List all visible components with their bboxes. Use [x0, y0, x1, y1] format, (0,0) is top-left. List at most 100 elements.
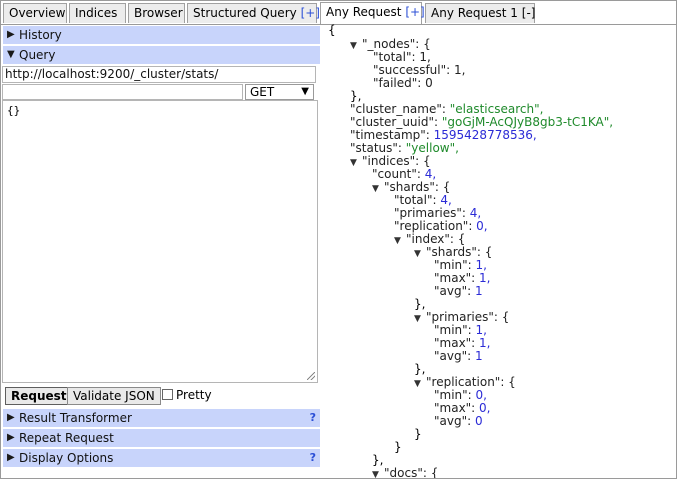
query-section[interactable]: ▼ Query	[3, 46, 320, 64]
json-line: {	[328, 24, 336, 37]
json-number: 1,	[475, 323, 487, 337]
json-kv: "total": 1,	[373, 50, 431, 64]
json-key: "avg":	[434, 414, 475, 428]
json-number: 0,	[475, 388, 487, 402]
json-brace: }	[414, 427, 422, 441]
json-number: 1	[474, 349, 483, 363]
query-label: Query	[19, 48, 56, 62]
tab-label: Browser	[134, 6, 183, 20]
tab-label: Any Request	[326, 5, 402, 19]
repeat-request-label: Repeat Request	[19, 431, 114, 445]
json-string: "yellow",	[405, 141, 459, 155]
history-label: History	[19, 28, 62, 42]
collapse-triangle-icon[interactable]: ▼	[350, 157, 362, 170]
json-number: 4,	[440, 193, 452, 207]
tab-add-link[interactable]: [+]	[301, 6, 320, 20]
tab-label: Indices	[75, 6, 118, 20]
json-number: 0,	[479, 401, 491, 415]
json-kv: "failed": 0	[373, 76, 433, 90]
json-key: "shards": {	[426, 245, 493, 259]
json-key: "primaries": {	[426, 310, 510, 324]
tab-label: Structured Query	[193, 6, 297, 20]
json-key: "total":	[394, 193, 441, 207]
tab-structured-query[interactable]: Structured Query [+]	[187, 3, 320, 23]
json-key: "docs": {	[384, 466, 439, 479]
json-line: "avg": 0	[434, 415, 483, 428]
tab-close-link[interactable]: [-]	[522, 6, 536, 20]
result-transformer-label: Result Transformer	[19, 411, 132, 425]
json-key: "min":	[434, 388, 476, 402]
pretty-label: Pretty	[176, 388, 212, 402]
result-transformer-section[interactable]: ▶ Result Transformer ?	[3, 409, 320, 427]
json-key: "max":	[434, 336, 480, 350]
json-line: }	[394, 441, 402, 454]
json-key: "count":	[372, 167, 425, 181]
json-brace: }	[394, 440, 402, 454]
request-button[interactable]: Request	[5, 387, 73, 405]
json-key: "max":	[434, 401, 480, 415]
validate-json-button[interactable]: Validate JSON	[67, 387, 161, 405]
path-input[interactable]	[2, 84, 243, 100]
json-string: "elasticsearch",	[449, 102, 544, 116]
history-section[interactable]: ▶ History	[3, 26, 320, 44]
json-line: }	[414, 428, 422, 441]
json-key: "avg":	[434, 284, 475, 298]
help-icon[interactable]: ?	[310, 449, 316, 467]
json-number: 1,	[475, 258, 487, 272]
help-icon[interactable]: ?	[310, 409, 316, 427]
json-brace: },	[414, 297, 426, 311]
tab-label: Overview	[9, 6, 66, 20]
json-number: 4,	[424, 167, 437, 181]
json-key: "_nodes": {	[362, 37, 431, 51]
tab-browser[interactable]: Browser	[128, 3, 185, 23]
json-line: "avg": 1	[434, 285, 483, 298]
json-number: 1595428778536,	[433, 128, 537, 142]
triangle-right-icon: ▶	[7, 412, 15, 423]
json-key: "min":	[434, 258, 476, 272]
json-line[interactable]: ▼ "docs": {	[372, 466, 439, 479]
display-options-label: Display Options	[19, 451, 114, 465]
json-number: 0	[474, 414, 483, 428]
collapse-triangle-icon[interactable]: ▼	[394, 235, 406, 248]
request-body-text: {}	[7, 104, 21, 117]
display-options-section[interactable]: ▶ Display Options ?	[3, 449, 320, 467]
json-result-view: { ▼ "_nodes": { "total": 1, "successful":…	[322, 24, 676, 478]
json-key: "cluster_name":	[350, 102, 450, 116]
collapse-triangle-icon[interactable]: ▼	[372, 183, 384, 196]
pretty-checkbox[interactable]	[162, 389, 173, 400]
tab-any-request-1[interactable]: Any Request 1 [-]	[425, 3, 535, 23]
collapse-triangle-icon[interactable]: ▼	[414, 313, 426, 326]
tab-indices[interactable]: Indices	[69, 3, 126, 23]
method-value: GET	[250, 85, 275, 99]
url-input[interactable]: http://localhost:9200/_cluster/stats/	[2, 66, 316, 83]
triangle-right-icon: ▶	[7, 452, 15, 463]
tab-overview[interactable]: Overview	[3, 3, 67, 23]
tab-label: Any Request 1	[431, 6, 518, 20]
collapse-triangle-icon[interactable]: ▼	[350, 40, 362, 53]
tab-bar: Overview Indices Browser Structured Quer…	[0, 0, 677, 25]
json-string: "goGjM-AcQJyB8gb3-tC1KA",	[441, 115, 614, 129]
json-number: 0,	[476, 219, 488, 233]
triangle-right-icon: ▶	[7, 432, 15, 443]
collapse-triangle-icon[interactable]: ▼	[372, 469, 384, 478]
json-brace: },	[350, 89, 362, 103]
collapse-triangle-icon[interactable]: ▼	[414, 378, 426, 391]
chevron-down-icon: ▼	[301, 86, 309, 97]
json-line: },	[414, 298, 425, 311]
tab-add-link[interactable]: [+]	[405, 5, 424, 19]
resize-grip-icon[interactable]	[307, 372, 315, 380]
collapse-triangle-icon[interactable]: ▼	[414, 248, 426, 261]
json-line: },	[372, 454, 383, 467]
json-key: "cluster_uuid":	[350, 115, 442, 129]
json-number: 1,	[479, 271, 491, 285]
tab-any-request[interactable]: Any Request [+]	[320, 2, 425, 24]
method-select[interactable]: GET ▼	[245, 84, 314, 100]
json-key: "shards": {	[384, 180, 451, 194]
triangle-right-icon: ▶	[7, 29, 15, 40]
json-key: "status":	[350, 141, 406, 155]
repeat-request-section[interactable]: ▶ Repeat Request	[3, 429, 320, 447]
request-body-textarea[interactable]: {}	[2, 100, 318, 383]
json-number: 4,	[469, 206, 482, 220]
json-brace: },	[414, 362, 426, 376]
json-number: 1	[474, 284, 483, 298]
